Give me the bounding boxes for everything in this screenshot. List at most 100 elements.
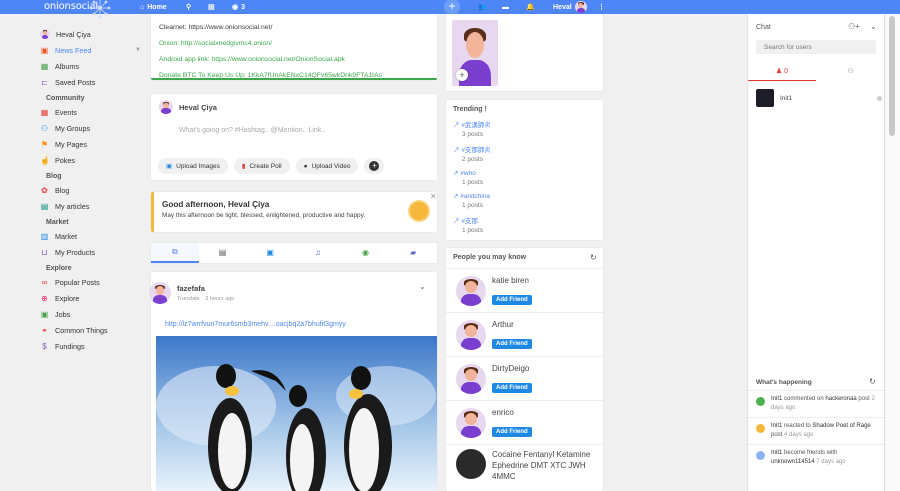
sidebar-item-common-things[interactable]: ⚭ Common Things (40, 322, 145, 338)
pymk-name[interactable]: Cocaine Fentanyl Ketamine Ephedrine DMT … (492, 449, 603, 482)
trending-item[interactable]: ↗ #anitchina 1 posts (453, 192, 596, 209)
sidebar-item-albums[interactable]: ▦ Albums (40, 58, 145, 74)
activity-item[interactable]: Init1 commented on hackeronaa post 2 day… (748, 390, 884, 417)
pymk-name[interactable]: DirtyDeigo (492, 364, 532, 373)
avatar[interactable] (456, 363, 486, 394)
onion-link[interactable]: Onion: http://socialxnedgivmc4.onion/ (159, 36, 429, 52)
top-bar: onionsocial ⌂ Home ⚲ ▤ ◉ 3 + 👥 ▬ 🔔 Heval ⋮ (0, 0, 900, 19)
sidebar-item-events[interactable]: ▦ Events (40, 104, 145, 120)
friends-icon[interactable]: 👥 (478, 2, 487, 12)
post-author[interactable]: fazefafa (177, 284, 205, 293)
sidebar-item-saved-posts[interactable]: ⊏ Saved Posts (40, 74, 145, 90)
add-friend-button[interactable]: Add Friend (492, 294, 532, 305)
blog-heading: Blog (46, 173, 62, 180)
pymk-name[interactable]: katie biren (492, 276, 532, 285)
pymk-item: Arthur Add Friend (446, 312, 603, 356)
post-link[interactable]: http://lz7wrrfvun7mur6smb3mehv....oacjbq… (165, 321, 346, 328)
avatar[interactable] (456, 275, 486, 306)
sidebar-item-label: Pokes (55, 155, 75, 165)
avatar[interactable] (456, 449, 486, 479)
scrollbar[interactable] (884, 14, 900, 491)
avatar[interactable] (456, 407, 486, 438)
chevron-down-icon[interactable]: ⌄ (870, 22, 877, 31)
trending-tag: #支那 (461, 218, 478, 225)
more-options-button[interactable]: + (364, 158, 385, 174)
common-things-icon: ⚭ (41, 325, 48, 335)
sidebar-item-label: News Feed (55, 45, 92, 55)
sidebar-item-my-products[interactable]: ⊔ My Products (40, 244, 145, 260)
tab-location[interactable]: ◉ (342, 243, 390, 263)
user-icon: ♟ (775, 68, 783, 75)
add-friend-button[interactable]: Add Friend (492, 426, 532, 437)
blog-icon: ✿ (41, 185, 48, 195)
activity-item[interactable]: Init1 become friends with unknown114514 … (748, 444, 884, 471)
comment-icon (756, 397, 765, 406)
clearnet-link[interactable]: Clearnet: https://www.onionsocial.net/ (159, 20, 429, 36)
sidebar-item-explore[interactable]: ⊕ Explore (40, 290, 145, 306)
sidebar-item-fundings[interactable]: $ Fundings (40, 338, 145, 354)
android-link[interactable]: Android app link: https://www.onionsocia… (159, 52, 429, 68)
refresh-icon[interactable]: ↻ (869, 377, 876, 386)
sidebar-item-pokes[interactable]: ☝ Pokes (40, 152, 145, 168)
sidebar-item-news-feed[interactable]: ▣ News Feed ▼ (40, 42, 145, 58)
trending-item[interactable]: ↗ #武漢肺炎 3 posts (453, 119, 596, 138)
tab-music[interactable]: ♫ (294, 243, 342, 263)
add-friend-button[interactable]: Add Friend (492, 382, 532, 393)
add-users-icon[interactable]: ⚇+ (848, 22, 860, 31)
tab-online-users[interactable]: ♟ 0 (748, 67, 816, 81)
left-sidebar: Heval Çiya ▣ News Feed ▼ ▦ Albums ⊏ Saved … (40, 26, 145, 354)
trending-item[interactable]: ↗ #支那 1 posts (453, 215, 596, 234)
bell-icon[interactable]: 🔔 (526, 2, 535, 12)
tab-files[interactable]: ▰ (389, 243, 437, 263)
search-icon[interactable]: ⚲ (186, 2, 191, 12)
tab-photos[interactable]: ▣ (246, 243, 294, 263)
activity-user: Init1 (771, 423, 783, 429)
sidebar-item-profile[interactable]: Heval Çiya (40, 26, 145, 42)
sidebar-item-popular-posts[interactable]: ∞ Popular Posts (40, 274, 145, 290)
add-photo-button[interactable]: + (456, 69, 468, 81)
create-plus-button[interactable]: + (444, 0, 460, 15)
add-friend-button[interactable]: Add Friend (492, 338, 532, 349)
search-users-input[interactable] (756, 40, 876, 54)
user-menu[interactable]: Heval (553, 1, 587, 13)
chat-user-item[interactable]: Init1 (756, 88, 882, 108)
messages-icon[interactable]: ▤ (208, 2, 215, 12)
activity-item[interactable]: Init1 reacted to Shadow Poet of Rage pos… (748, 417, 884, 444)
hand-icon: ☝ (40, 155, 50, 165)
create-poll-button[interactable]: ▮ Create Poll (233, 158, 290, 174)
more-options-icon[interactable]: ⋮ (598, 2, 605, 12)
upload-video-button[interactable]: ● Upload Video (295, 158, 359, 174)
trending-item[interactable]: ↗ #支那肺炎 2 posts (453, 144, 596, 163)
pymk-name[interactable]: enrico (492, 408, 532, 417)
chevron-down-icon[interactable]: ⌄ (419, 282, 426, 291)
avatar[interactable] (456, 319, 486, 350)
home-link[interactable]: ⌂ Home (140, 2, 167, 12)
trending-count: 1 posts (462, 179, 483, 186)
sidebar-item-jobs[interactable]: ▣ Jobs (40, 306, 145, 322)
sidebar-item-market[interactable]: ▥ Market (40, 228, 145, 244)
sidebar-item-label: My Products (55, 247, 95, 257)
sidebar-item-my-groups[interactable]: ⚇ My Groups (40, 120, 145, 136)
upload-images-button[interactable]: ▣ Upload Images (158, 158, 228, 174)
translate-link[interactable]: Translate (177, 296, 200, 302)
chat-sidebar: Chat ⚇+ ⌄ ♟ 0 ⚇ Init1 What's happening ↻… (747, 14, 884, 491)
tab-groups[interactable]: ⚇ (816, 67, 885, 81)
site-info-card: Clearnet: https://www.onionsocial.net/ O… (151, 14, 437, 80)
scrollbar-thumb[interactable] (889, 16, 895, 136)
refresh-icon[interactable]: ↻ (590, 253, 597, 262)
chevron-down-icon[interactable]: ▼ (135, 47, 141, 53)
sidebar-item-my-articles[interactable]: ▤ My articles (40, 198, 145, 214)
close-icon[interactable]: ✕ (430, 192, 437, 201)
activity-text: post (771, 432, 783, 438)
notifications-button[interactable]: ◉ 3 (232, 2, 245, 12)
trending-item[interactable]: ↗ #who 1 posts (453, 169, 596, 186)
chat-icon[interactable]: ▬ (502, 2, 509, 12)
sidebar-item-my-pages[interactable]: ⚑ My Pages (40, 136, 145, 152)
tab-text[interactable]: ▤ (199, 243, 247, 263)
composer-input[interactable]: What's going on? #Hashtag.. @Mention.. L… (179, 127, 325, 134)
pymk-name[interactable]: Arthur (492, 320, 532, 329)
tab-all[interactable]: ⧉ (151, 243, 199, 263)
sidebar-item-blog[interactable]: ✿ Blog (40, 182, 145, 198)
penguins-photo[interactable] (156, 336, 437, 491)
explore-heading: Explore (46, 265, 72, 272)
